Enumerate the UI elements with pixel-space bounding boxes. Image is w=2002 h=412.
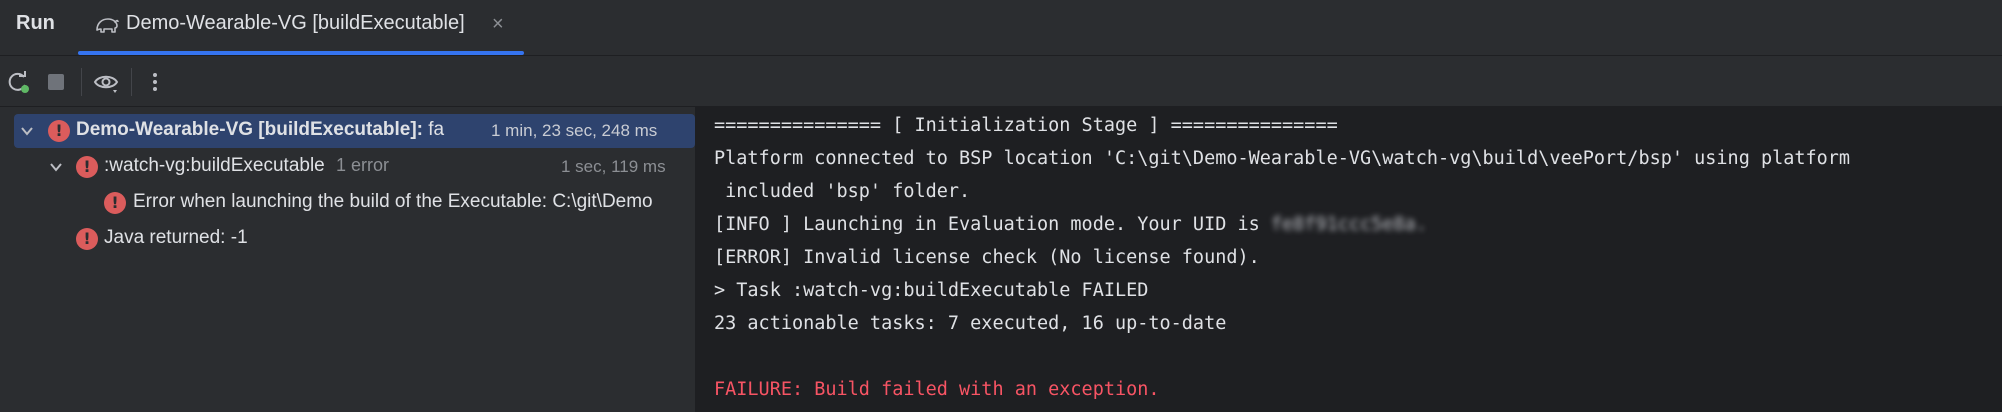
rerun-icon[interactable]: [4, 68, 32, 96]
tree-row-status: fa: [423, 119, 445, 140]
stop-icon[interactable]: [42, 68, 70, 96]
tree-row-task[interactable]: ! :watch-vg:buildExecutable 1 error 1 se…: [0, 150, 695, 184]
tree-row-label: Java returned: -1: [104, 227, 248, 248]
build-tree: ! Demo-Wearable-VG [buildExecutable]: fa…: [0, 107, 695, 412]
blurred-uid: fe8f91ccc5e8a.: [1270, 214, 1427, 235]
tree-row-java[interactable]: ! Java returned: -1: [0, 222, 695, 256]
chevron-down-icon[interactable]: [18, 122, 36, 140]
tree-row-duration: 1 min, 23 sec, 248 ms: [491, 121, 658, 140]
eye-icon[interactable]: [92, 68, 120, 96]
tab-selected-indicator: [78, 51, 524, 55]
gradle-elephant-icon: [96, 18, 119, 33]
console-line: [INFO ] Launching in Evaluation mode. Yo…: [714, 214, 1427, 235]
run-header: Run Demo-Wearable-VG [buildExecutable] ×: [0, 0, 2002, 56]
tab-label: Demo-Wearable-VG [buildExecutable]: [126, 12, 465, 34]
toolbar-separator: [131, 68, 132, 96]
tree-row-label: :watch-vg:buildExecutable: [104, 155, 325, 176]
toolbar-separator: [81, 68, 82, 96]
more-vertical-icon[interactable]: [141, 68, 169, 96]
tree-row-label: Demo-Wearable-VG [buildExecutable]:: [76, 119, 423, 140]
console-error-line: FAILURE: Build failed with an exception.: [714, 379, 1160, 400]
chevron-down-icon[interactable]: [47, 158, 65, 176]
console-line: included 'bsp' folder.: [714, 181, 971, 202]
tree-row-label: Error when launching the build of the Ex…: [133, 191, 653, 212]
console-output[interactable]: =============== [ Initialization Stage ]…: [697, 107, 2002, 412]
tree-row-root[interactable]: ! Demo-Wearable-VG [buildExecutable]: fa…: [14, 114, 695, 148]
console-line: =============== [ Initialization Stage ]…: [714, 115, 1338, 136]
error-icon: !: [76, 156, 98, 178]
console-line: [ERROR] Invalid license check (No licens…: [714, 247, 1260, 268]
tree-row-error[interactable]: ! Error when launching the build of the …: [0, 186, 695, 220]
error-icon: !: [104, 192, 126, 214]
console-line-text: [INFO ] Launching in Evaluation mode. Yo…: [714, 214, 1271, 235]
console-line: Platform connected to BSP location 'C:\g…: [714, 148, 1851, 169]
console-line: > Task :watch-vg:buildExecutable FAILED: [714, 280, 1149, 301]
tree-row-duration: 1 sec, 119 ms: [561, 157, 666, 176]
error-icon: !: [76, 228, 98, 250]
error-icon: !: [48, 120, 70, 142]
run-tool-window: Run Demo-Wearable-VG [buildExecutable] ×: [0, 0, 2002, 412]
run-title: Run: [16, 12, 55, 34]
tab-demo-wearable-vg[interactable]: Demo-Wearable-VG [buildExecutable] ×: [78, 0, 524, 55]
error-count: 1 error: [336, 155, 390, 175]
console-line: 23 actionable tasks: 7 executed, 16 up-t…: [714, 313, 1227, 334]
run-toolbar: [0, 56, 2002, 107]
close-icon[interactable]: ×: [492, 13, 504, 36]
